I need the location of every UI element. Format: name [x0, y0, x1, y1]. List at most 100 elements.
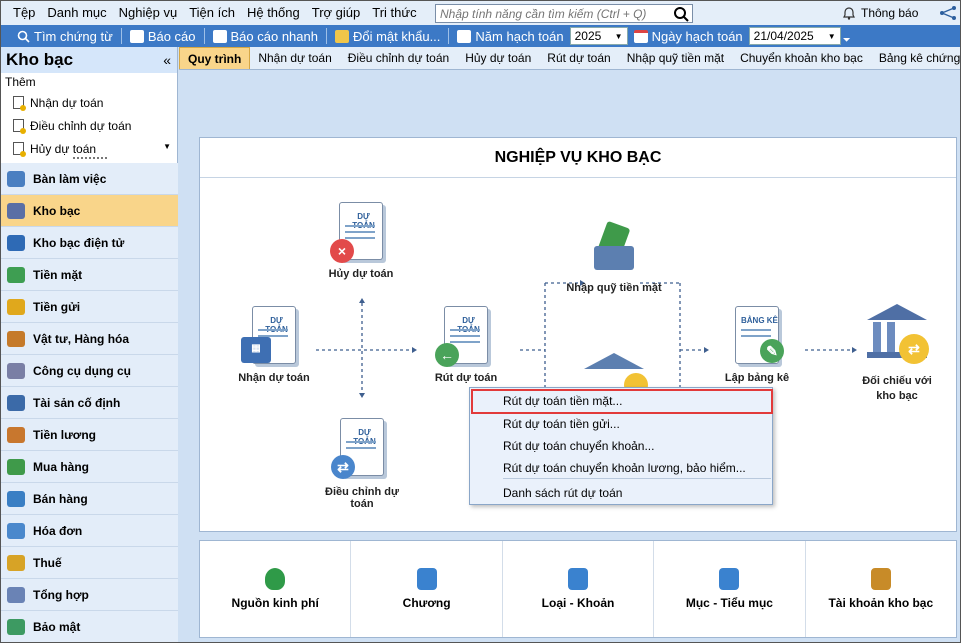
category-label: Chương — [402, 596, 451, 610]
sidebar-add-cancel-label: Hủy dự toán — [30, 141, 97, 156]
node-reconcile[interactable]: ⇄ Đối chiếu với kho bạc — [852, 304, 942, 404]
doc-label: DỰ TOÁN — [352, 212, 375, 230]
category-chapter[interactable]: Chương — [351, 541, 503, 637]
module-label: Công cụ dụng cụ — [33, 363, 131, 378]
estimate-document-icon: DỰ TOÁN ⇄ — [331, 418, 384, 479]
module-security[interactable]: Bảo mật — [1, 611, 178, 642]
tab-adjust-estimate[interactable]: Điều chỉnh dự toán — [340, 47, 457, 69]
module-tools[interactable]: Công cụ dụng cụ — [1, 355, 178, 387]
menu-knowledge[interactable]: Tri thức — [366, 1, 422, 25]
tab-payment-list[interactable]: Bảng kê chứng từ thanh toán — [871, 47, 960, 69]
category-funding-source[interactable]: Nguồn kinh phí — [200, 541, 352, 637]
module-inventory[interactable]: Vật tư, Hàng hóa — [1, 323, 178, 355]
node-cash-in-label: Nhập quỹ tiền mặt — [566, 282, 662, 294]
sidebar-header: Kho bạc « — [1, 47, 177, 73]
resize-grip[interactable] — [73, 157, 107, 159]
highlight-box — [471, 389, 773, 414]
module-fixed-assets[interactable]: Tài sản cố định — [1, 387, 178, 419]
tab-treasury-transfer[interactable]: Chuyển khoản kho bạc — [732, 47, 871, 69]
module-sales[interactable]: Bán hàng — [1, 483, 178, 515]
chevron-down-icon: ▼ — [827, 31, 836, 41]
posting-date-value: 21/04/2025 — [753, 29, 814, 43]
notification-button[interactable]: Thông báo — [843, 1, 918, 25]
module-label: Bán hàng — [33, 491, 88, 506]
search-icon[interactable] — [673, 6, 690, 22]
lock-icon — [334, 29, 349, 43]
module-workspace[interactable]: Bàn làm việc — [1, 163, 178, 195]
doc-label: BẢNG KÊ — [741, 316, 778, 325]
module-cash[interactable]: Tiền mặt — [1, 259, 178, 291]
menu-help[interactable]: Trợ giúp — [306, 1, 367, 25]
scroll-down-icon[interactable]: ▼ — [163, 142, 171, 151]
node-cancel-label: Hủy dự toán — [328, 268, 394, 280]
quick-report-button[interactable]: Báo cáo nhanh — [207, 25, 324, 47]
tab-cancel-estimate[interactable]: Hủy dự toán — [457, 47, 539, 69]
category-type-item[interactable]: Loại - Khoản — [503, 541, 655, 637]
module-general[interactable]: Tổng hợp — [1, 579, 178, 611]
module-label: Bàn làm việc — [33, 171, 107, 186]
module-invoice[interactable]: Hóa đơn — [1, 515, 178, 547]
tab-process[interactable]: Quy trình — [179, 47, 251, 69]
bank-icon — [7, 202, 25, 219]
menu-withdraw-salary-transfer[interactable]: Rút dự toán chuyển khoản lương, bảo hiểm… — [503, 461, 746, 475]
briefcase-icon — [7, 426, 25, 443]
category-section-subsection[interactable]: Mục - Tiểu mục — [654, 541, 806, 637]
posting-date-picker[interactable]: 21/04/2025 ▼ — [748, 27, 841, 45]
sidebar-add-adjust[interactable]: Điều chỉnh dự toán — [1, 114, 177, 137]
cash-drawer-icon — [590, 220, 638, 274]
sidebar-add-receive[interactable]: Nhận dự toán — [1, 91, 177, 114]
menu-withdraw-deposit[interactable]: Rút dự toán tiền gửi... — [503, 417, 620, 431]
shield-icon — [7, 618, 25, 635]
module-label: Bảo mật — [33, 619, 81, 634]
bank-icon — [870, 568, 891, 590]
module-tax[interactable]: Thuế — [1, 547, 178, 579]
menu-withdraw-transfer[interactable]: Rút dự toán chuyển khoản... — [503, 439, 654, 453]
toolbar-divider — [120, 28, 122, 44]
menu-withdraw-list[interactable]: Danh sách rút dự toán — [503, 486, 622, 500]
module-payroll[interactable]: Tiền lương — [1, 419, 178, 451]
node-cash-in[interactable]: Nhập quỹ tiền mặt — [564, 220, 664, 294]
node-receive-estimate[interactable]: DỰ TOÁN ▦ Nhận dự toán — [234, 306, 314, 384]
report-button[interactable]: Báo cáo — [124, 25, 202, 47]
module-label: Mua hàng — [33, 459, 89, 474]
change-password-button[interactable]: Đổi mật khẩu... — [329, 25, 446, 47]
workspace-icon — [7, 170, 25, 187]
menu-catalog[interactable]: Danh mục — [41, 1, 112, 25]
fiscal-year-select[interactable]: 2025 ▼ — [569, 27, 628, 45]
posting-date-label: Ngày hạch toán — [651, 28, 743, 44]
menu-system[interactable]: Hệ thống — [241, 1, 306, 25]
menu-file[interactable]: Tệp — [1, 1, 41, 25]
sidebar-title: Kho bạc — [6, 50, 74, 69]
node-create-list[interactable]: BẢNG KÊ ✎ Lập bảng kê — [712, 306, 802, 384]
sidebar-add-receive-label: Nhận dự toán — [30, 95, 104, 110]
module-label: Tiền gửi — [33, 299, 81, 314]
module-treasury[interactable]: Kho bạc — [1, 195, 178, 227]
node-adjust-label: Điều chỉnh dự toán — [325, 486, 399, 510]
toolbar-overflow-icon[interactable]: ⏷ — [843, 35, 851, 46]
search-icon — [17, 30, 30, 43]
share-icon[interactable] — [939, 5, 957, 21]
calendar-icon — [457, 29, 472, 43]
quick-report-icon — [212, 29, 227, 43]
module-e-treasury[interactable]: Kho bạc điện tử — [1, 227, 178, 259]
notification-label: Thông báo — [861, 6, 919, 20]
search-input[interactable] — [436, 5, 672, 22]
module-deposit[interactable]: Tiền gửi — [1, 291, 178, 323]
node-adjust-estimate[interactable]: DỰ TOÁN ⇄ Điều chỉnh dự toán — [312, 418, 412, 510]
tab-withdraw-estimate[interactable]: Rút dự toán — [539, 47, 618, 69]
node-cancel-estimate[interactable]: DỰ TOÁN × Hủy dự toán — [322, 202, 400, 280]
node-withdraw-estimate[interactable]: DỰ TOÁN ← Rút dự toán — [430, 306, 502, 384]
change-password-label: Đổi mật khẩu... — [352, 28, 441, 44]
find-voucher-button[interactable]: Tìm chứng từ — [1, 25, 119, 47]
category-treasury-account[interactable]: Tài khoản kho bạc — [806, 541, 956, 637]
module-label: Thuế — [33, 555, 62, 570]
tab-cash-in[interactable]: Nhập quỹ tiền mặt — [619, 47, 732, 69]
calendar-icon — [633, 29, 648, 43]
menu-operations[interactable]: Nghiệp vụ — [113, 1, 184, 25]
module-purchase[interactable]: Mua hàng — [1, 451, 178, 483]
tab-receive-estimate[interactable]: Nhận dự toán — [250, 47, 339, 69]
menu-utilities[interactable]: Tiện ích — [183, 1, 241, 25]
report-icon — [129, 29, 144, 43]
module-label: Kho bạc điện tử — [33, 235, 125, 250]
collapse-icon[interactable]: « — [163, 52, 171, 68]
